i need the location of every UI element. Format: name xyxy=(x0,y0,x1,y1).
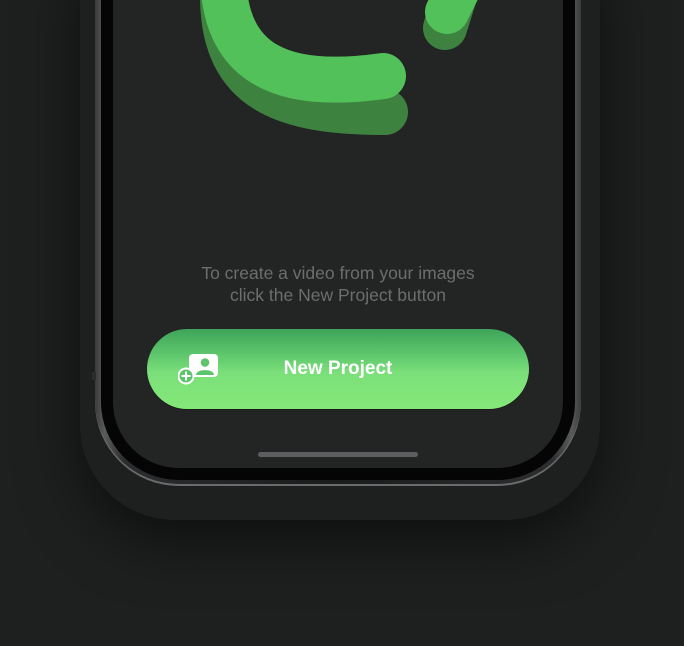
phone-side-button xyxy=(92,372,96,380)
new-project-button[interactable]: New Project xyxy=(147,329,529,409)
app-stage: To create a video from your images click… xyxy=(0,0,684,646)
new-project-label: New Project xyxy=(283,358,393,379)
app-screen: To create a video from your images click… xyxy=(113,0,563,468)
home-indicator[interactable] xyxy=(258,452,418,457)
empty-state-hint-line-1: To create a video from your images xyxy=(201,263,475,283)
app-logo-icon xyxy=(200,0,478,135)
empty-state-hint-line-2: click the New Project button xyxy=(230,285,446,305)
